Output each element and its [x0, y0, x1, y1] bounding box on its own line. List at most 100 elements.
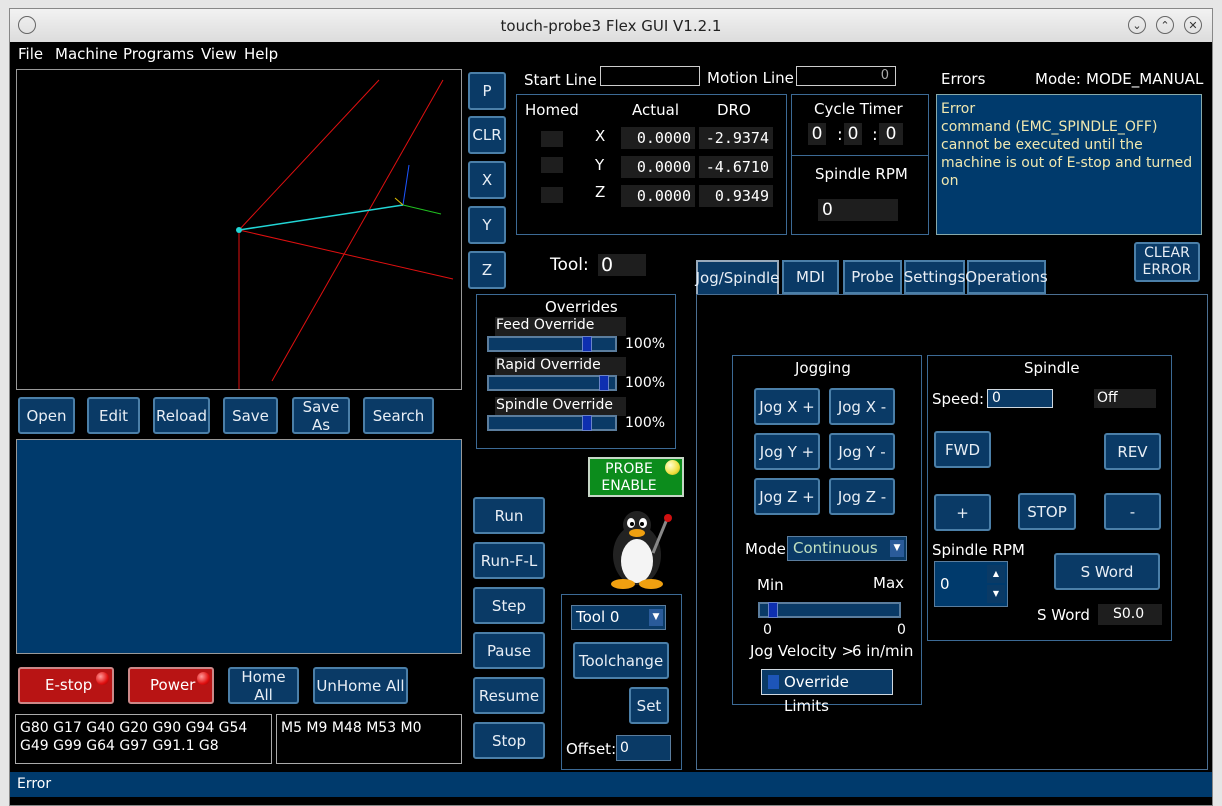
errors-label: Errors: [941, 70, 986, 88]
p-view-button[interactable]: P: [468, 72, 506, 110]
start-line-input[interactable]: [600, 66, 700, 86]
clear-error-button[interactable]: CLEAR ERROR: [1134, 242, 1200, 282]
save-button[interactable]: Save: [223, 397, 278, 434]
spindle-override-slider[interactable]: [487, 415, 617, 431]
spindle-stop-button[interactable]: STOP: [1018, 493, 1076, 530]
reload-button[interactable]: Reload: [153, 397, 210, 434]
feed-override-slider[interactable]: [487, 336, 617, 352]
jog-mode-select[interactable]: Continuous ▼: [787, 536, 907, 561]
menu-programs[interactable]: Programs: [123, 45, 194, 63]
spindle-state: Off: [1094, 389, 1156, 408]
spindle-title: Spindle: [1024, 359, 1080, 377]
x-view-button[interactable]: X: [468, 161, 506, 199]
tab-operations[interactable]: Operations: [965, 260, 1048, 294]
run-from-line-button[interactable]: Run-F-L: [473, 542, 545, 579]
jog-y-plus-button[interactable]: Jog Y +: [754, 433, 820, 470]
motion-line-label: Motion Line: [707, 69, 794, 87]
slider-handle[interactable]: [582, 336, 592, 352]
menu-help[interactable]: Help: [244, 45, 278, 63]
s-word-button[interactable]: S Word: [1054, 553, 1160, 590]
tab-settings[interactable]: Settings: [904, 260, 965, 294]
homed-indicator-z: [541, 187, 563, 203]
overrides-title: Overrides: [545, 298, 618, 316]
limit-line: [238, 79, 380, 231]
offset-input[interactable]: 0: [616, 735, 671, 761]
menu-file[interactable]: File: [18, 45, 43, 63]
s-word-value: S0.0: [1098, 604, 1162, 625]
z-view-button[interactable]: Z: [468, 251, 506, 289]
slider-handle[interactable]: [599, 375, 609, 391]
spindle-speed-input[interactable]: 0: [987, 389, 1053, 408]
menu-bar: File Machine Programs View Help: [10, 42, 1212, 67]
home-all-button[interactable]: Home All: [228, 667, 299, 704]
rapid-override-value: 100%: [625, 375, 666, 391]
open-button[interactable]: Open: [18, 397, 75, 434]
clear-plot-button[interactable]: CLR: [468, 116, 506, 154]
estop-led-icon: [96, 672, 109, 685]
cycle-timer-sep: :: [837, 125, 843, 145]
spindle-plus-button[interactable]: +: [934, 494, 991, 531]
overrides-panel: Overrides Feed Override 100% Rapid Overr…: [476, 294, 676, 449]
save-as-button[interactable]: Save As: [292, 397, 350, 434]
axis-label-x: X: [595, 127, 606, 145]
chevron-down-icon: ▼: [890, 540, 904, 557]
unhome-all-button[interactable]: UnHome All: [313, 667, 408, 704]
jog-max-label: Max: [873, 574, 905, 592]
offset-label: Offset:: [566, 740, 617, 758]
spindle-minus-button[interactable]: -: [1104, 493, 1161, 530]
limit-line: [238, 229, 454, 280]
rapid-override-slider[interactable]: [487, 375, 617, 391]
jog-z-plus-button[interactable]: Jog Z +: [754, 478, 820, 515]
minimize-icon[interactable]: ⌄: [1128, 16, 1146, 34]
jog-z-minus-button[interactable]: Jog Z -: [829, 478, 895, 515]
slider-handle[interactable]: [582, 415, 592, 431]
tool-select[interactable]: Tool 0 ▼: [571, 605, 666, 630]
active-mcodes: M5 M9 M48 M53 M0: [276, 714, 462, 764]
toolpath-preview[interactable]: [16, 69, 462, 390]
override-limits-checkbox[interactable]: Override Limits: [761, 669, 893, 715]
pause-button[interactable]: Pause: [473, 632, 545, 669]
toolchange-button[interactable]: Toolchange: [573, 642, 669, 679]
y-view-button[interactable]: Y: [468, 206, 506, 244]
spindle-fwd-button[interactable]: FWD: [934, 431, 991, 468]
actual-y-value: 0.0000: [621, 156, 695, 178]
spindle-rpm-spinbox[interactable]: 0 ▲ ▼: [934, 561, 1008, 607]
slider-handle[interactable]: [768, 602, 778, 618]
jog-x-minus-button[interactable]: Jog X -: [829, 388, 895, 425]
jog-mode-label: Mode: [745, 540, 786, 558]
menu-machine[interactable]: Machine: [55, 45, 118, 63]
start-line-label: Start Line: [524, 71, 597, 89]
stop-button[interactable]: Stop: [473, 722, 545, 759]
spindle-rpm-value: 0: [818, 199, 898, 221]
jog-max-value: 0: [897, 622, 906, 638]
actual-x-value: 0.0000: [621, 127, 695, 149]
edit-button[interactable]: Edit: [87, 397, 140, 434]
jog-x-plus-button[interactable]: Jog X +: [754, 388, 820, 425]
run-button[interactable]: Run: [473, 497, 545, 534]
mode-value: MODE_MANUAL: [1086, 70, 1204, 88]
spin-up-icon[interactable]: ▲: [987, 565, 1005, 583]
resume-button[interactable]: Resume: [473, 677, 545, 714]
axis-y-line: [394, 197, 404, 206]
jog-velocity-slider[interactable]: [758, 602, 901, 618]
cycle-timer-label: Cycle Timer: [814, 100, 903, 118]
maximize-icon[interactable]: ⌃: [1156, 16, 1174, 34]
cycle-timer-seconds: 0: [879, 123, 903, 145]
close-icon[interactable]: ✕: [1184, 16, 1202, 34]
jog-y-minus-button[interactable]: Jog Y -: [829, 433, 895, 470]
toolpath-plot: [236, 79, 454, 389]
title-bar[interactable]: touch-probe3 Flex GUI V1.2.1 ⌄ ⌃ ✕: [10, 9, 1212, 43]
error-message: Error command (EMC_SPINDLE_OFF) cannot b…: [936, 94, 1202, 235]
gcode-viewer[interactable]: [16, 439, 462, 654]
set-offset-button[interactable]: Set: [629, 687, 669, 724]
status-text: Error: [17, 776, 52, 792]
tab-probe[interactable]: Probe: [843, 260, 902, 294]
search-button[interactable]: Search: [363, 397, 434, 434]
tux-mascot-icon: [611, 511, 672, 589]
tab-jog-spindle[interactable]: Jog/Spindle: [696, 260, 779, 294]
spindle-rev-button[interactable]: REV: [1104, 433, 1161, 470]
tab-mdi[interactable]: MDI: [782, 260, 839, 294]
spin-down-icon[interactable]: ▼: [987, 585, 1005, 603]
menu-view[interactable]: View: [201, 45, 237, 63]
step-button[interactable]: Step: [473, 587, 545, 624]
